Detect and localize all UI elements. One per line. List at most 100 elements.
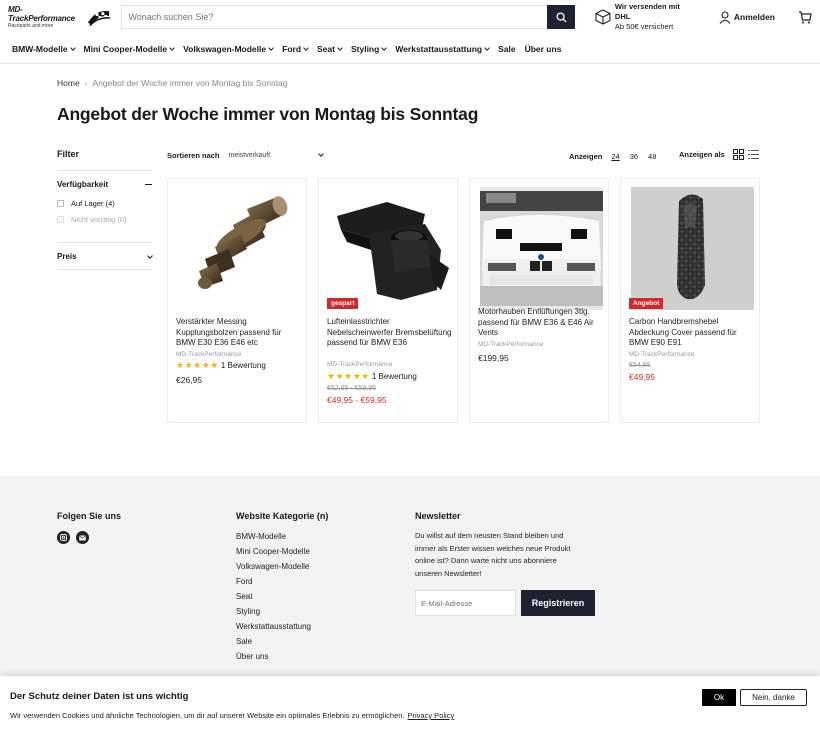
search-bar xyxy=(121,5,575,29)
sort-select[interactable]: meistverkauft xyxy=(228,151,324,159)
logo-tagline: Raceparts and more xyxy=(8,23,54,29)
compare-at-price: €52,95 - €59,95 xyxy=(327,385,377,392)
cookie-text: Wir verwenden Cookies und ähnliche Techn… xyxy=(10,711,454,720)
accept-cookies-button[interactable]: Ok xyxy=(702,689,736,706)
page-size-option[interactable]: 48 xyxy=(648,152,656,161)
availability-toggle[interactable]: Verfügbarkeit xyxy=(57,180,152,189)
page-size-option[interactable]: 36 xyxy=(630,152,638,161)
filter-option-label: Auf Lager (4) xyxy=(71,199,115,208)
cart-icon xyxy=(799,10,812,23)
nav-item-bmw[interactable]: BMW-Modelle xyxy=(12,43,76,54)
footer-link[interactable]: Sale xyxy=(236,637,252,646)
shipping-text: Wir versenden mit DHL Ab 50€ versichert xyxy=(615,2,697,32)
checkbox[interactable] xyxy=(57,200,64,207)
price-filter-toggle[interactable]: Preis xyxy=(57,252,153,261)
nav-label: Mini Cooper-Modelle xyxy=(83,43,168,54)
filter-option-out-of-stock: Nicht vorrätig (0) xyxy=(57,215,126,224)
footer-link[interactable]: Mini Cooper-Modelle xyxy=(236,547,310,556)
cart-button[interactable] xyxy=(798,10,812,24)
email-field[interactable] xyxy=(415,590,516,616)
product-card[interactable]: Motorhauben Entlüftungen 3tlg. passend f… xyxy=(469,178,609,423)
nav-item-ford[interactable]: Ford xyxy=(282,44,309,54)
product-image[interactable] xyxy=(329,187,452,310)
product-image[interactable] xyxy=(178,187,301,310)
filter-option-in-stock[interactable]: Auf Lager (4) xyxy=(57,199,115,208)
footer: Folgen Sie uns Website Kategorie (n) BMW… xyxy=(0,476,820,676)
breadcrumb: Home › Angebot der Woche immer von Monta… xyxy=(57,78,288,88)
email-icon[interactable] xyxy=(76,531,89,544)
footer-link[interactable]: Styling xyxy=(236,607,260,616)
cookie-message: Wir verwenden Cookies und ähnliche Techn… xyxy=(10,711,405,720)
carbon-handbrake-cover-image xyxy=(631,187,754,310)
chevron-down-icon xyxy=(147,252,153,259)
product-title[interactable]: Motorhauben Entlüftungen 3tlg. passend f… xyxy=(478,307,604,339)
product-card[interactable]: Verstärkter Messing Kupplungsbolzen pass… xyxy=(167,178,307,423)
logo[interactable]: MD-TrackPerformance Raceparts and more xyxy=(8,5,111,29)
subscribe-button[interactable]: Registrieren xyxy=(521,590,595,616)
nav-item-volkswagen[interactable]: Volkswagen-Modelle xyxy=(183,44,274,54)
chevron-down-icon xyxy=(317,151,324,157)
nav-label: BMW-Modelle xyxy=(12,43,68,54)
bmw-hood-vents-image xyxy=(480,191,603,306)
star-rating-icon: ★★★★★ xyxy=(327,371,370,381)
login-label: Anmelden xyxy=(733,12,775,22)
product-image[interactable] xyxy=(631,187,754,310)
sort-value: meistverkauft xyxy=(228,152,271,159)
breadcrumb-home[interactable]: Home xyxy=(57,78,80,88)
nav-item-sale[interactable]: Sale xyxy=(498,44,516,54)
footer-link[interactable]: BMW-Modelle xyxy=(236,532,286,541)
product-price: €199,95 xyxy=(478,353,509,363)
shipping-subtitle: Ab 50€ versichert xyxy=(614,22,674,31)
chevron-down-icon xyxy=(169,44,175,51)
chevron-down-icon xyxy=(337,44,343,51)
product-price: €49,95 xyxy=(629,372,655,382)
grid-view-icon[interactable] xyxy=(732,149,744,160)
product-title[interactable]: Verstärkter Messing Kupplungsbolzen pass… xyxy=(176,317,302,349)
rating-count: 1 Bewertung xyxy=(220,361,266,370)
brass-bolt-image xyxy=(197,196,287,289)
list-view-icon[interactable] xyxy=(747,149,759,160)
product-image[interactable] xyxy=(480,187,603,310)
breadcrumb-separator: › xyxy=(84,78,88,88)
product-card[interactable]: gespart Lufteinlasstrichter Nebelscheinw… xyxy=(318,178,458,423)
decline-cookies-button[interactable]: Nein, danke xyxy=(740,689,807,706)
footer-link[interactable]: Seat xyxy=(236,592,252,601)
nav-item-seat[interactable]: Seat xyxy=(317,43,343,54)
envelope-glyph xyxy=(79,534,86,540)
product-price: €49,95 - €59,95 xyxy=(327,395,387,405)
nav-item-about[interactable]: Über uns xyxy=(525,44,562,54)
nav-label: Seat xyxy=(317,43,335,54)
product-title[interactable]: Lufteinlasstrichter Nebelscheinwerfer Br… xyxy=(327,317,453,349)
nav-item-werkstatt[interactable]: Werkstattausstattung xyxy=(395,44,490,54)
chevron-down-icon xyxy=(484,44,490,51)
air-intake-funnel-image xyxy=(337,201,449,300)
product-title[interactable]: Carbon Handbremshebel Abdeckung Cover pa… xyxy=(629,317,755,349)
footer-link[interactable]: Ford xyxy=(236,577,252,586)
footer-link[interactable]: Über uns xyxy=(236,652,268,661)
page-size-label: Anzeigen xyxy=(569,152,603,161)
nav-item-mini[interactable]: Mini Cooper-Modelle xyxy=(84,44,175,54)
footer-link[interactable]: Volkswagen-Modelle xyxy=(236,562,309,571)
instagram-icon[interactable] xyxy=(57,531,70,544)
sale-badge: Angebot xyxy=(629,298,664,309)
search-button[interactable] xyxy=(547,5,575,29)
star-rating-icon: ★★★★★ xyxy=(176,360,219,370)
privacy-policy-link[interactable]: Privacy Policy xyxy=(408,711,455,720)
nav-item-styling[interactable]: Styling xyxy=(350,43,388,54)
footer-social-heading: Folgen Sie uns xyxy=(57,511,122,521)
nav-label: Styling xyxy=(350,43,380,54)
footer-link[interactable]: Werkstattausstattung xyxy=(236,622,311,631)
newsletter-heading: Newsletter xyxy=(415,511,461,521)
login-link[interactable]: Anmelden xyxy=(719,10,775,24)
page-size-option[interactable]: 24 xyxy=(611,152,619,161)
price-filter-title: Preis xyxy=(57,252,77,261)
search-input[interactable] xyxy=(121,5,547,29)
product-price: €26,95 xyxy=(176,375,202,385)
page-size-control: Anzeigen 24 36 48 xyxy=(569,152,666,161)
product-card[interactable]: Angebot Carbon Handbremshebel Abdeckung … xyxy=(620,178,760,423)
cookie-banner: Der Schutz deiner Daten ist uns wichtig … xyxy=(0,676,820,740)
view-mode-label: Anzeigen als xyxy=(679,150,725,159)
product-vendor: MD-TrackPerformance xyxy=(478,341,544,348)
main-nav: BMW-Modelle Mini Cooper-Modelle Volkswag… xyxy=(0,34,820,64)
nav-label: Über uns xyxy=(524,43,562,54)
